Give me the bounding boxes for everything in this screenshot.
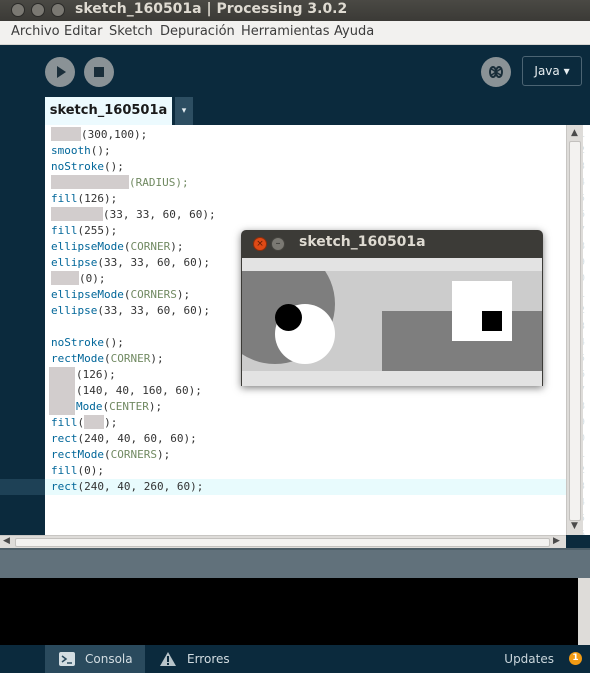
code-line: fill(); [51, 415, 118, 429]
menu-sketch[interactable]: Sketch [109, 24, 153, 39]
sketch-strip [242, 258, 542, 271]
code-line: noStroke(); [51, 336, 124, 349]
code-line: noStroke(); [51, 160, 124, 173]
console-output[interactable] [0, 578, 590, 645]
window-minimize-button[interactable] [31, 3, 45, 17]
sketch-drawing [242, 271, 542, 371]
code-line: rect(240, 40, 260, 60); [51, 480, 204, 493]
tab-errors[interactable]: Errores [150, 645, 240, 673]
code-line: rectMode(CORNER); [51, 352, 164, 365]
code-line: (33, 33, 60, 60); [51, 207, 216, 223]
horizontal-scrollbar[interactable]: ◀ ▶ [0, 535, 566, 548]
stop-button[interactable] [84, 57, 114, 87]
debugger-button[interactable] [481, 57, 511, 87]
stop-icon [94, 67, 104, 77]
sketch-minimize-button[interactable]: – [271, 237, 285, 251]
code-line: (126); [76, 368, 116, 381]
sketch-black-circle [275, 304, 302, 331]
errors-tab-label: Errores [187, 652, 230, 666]
console-icon [59, 652, 75, 666]
updates-link[interactable]: Updates [504, 645, 554, 673]
code-line: fill(255); [51, 224, 118, 237]
scroll-down-icon[interactable]: ▼ [571, 521, 578, 531]
code-line: (RADIUS); [51, 175, 189, 191]
tab-console[interactable]: Consola [45, 645, 145, 673]
scroll-right-icon[interactable]: ▶ [553, 536, 560, 546]
redacted-block [51, 175, 129, 189]
code-line: (140, 40, 160, 60); [76, 384, 202, 397]
code-line: Mode(CENTER); [76, 400, 163, 413]
sketch-black-rect [482, 311, 502, 331]
code-line: fill(0); [51, 464, 104, 477]
footer-bar: Consola Errores Updates [0, 645, 590, 673]
editor-console-divider[interactable] [0, 548, 590, 578]
menu-bar: Archivo Editar Sketch Depuración Herrami… [0, 21, 590, 45]
redacted-block [51, 271, 79, 285]
code-line: ellipse(33, 33, 60, 60); [51, 256, 210, 269]
run-button[interactable] [45, 57, 75, 87]
window-close-button[interactable] [11, 3, 25, 17]
scroll-up-icon[interactable]: ▲ [571, 128, 578, 138]
updates-badge[interactable]: 1 [569, 652, 582, 665]
tab-menu-button[interactable]: ▾ [175, 97, 193, 125]
current-line-gutter [0, 479, 45, 495]
code-line: ellipseMode(CORNERS); [51, 288, 191, 301]
sketch-canvas [242, 271, 542, 371]
tab-sketch[interactable]: sketch_160501a [45, 97, 172, 125]
vertical-scroll-thumb[interactable] [569, 141, 581, 521]
menu-herramientas[interactable]: Herramientas [241, 24, 330, 39]
warning-icon [160, 652, 176, 666]
code-line: (300,100); [51, 127, 147, 143]
code-line: ellipse(33, 33, 60, 60); [51, 304, 210, 317]
sketch-window-title: sketch_160501a [299, 234, 426, 250]
code-line: rectMode(CORNERS); [51, 448, 171, 461]
scroll-left-icon[interactable]: ◀ [3, 536, 10, 546]
sketch-bottom-strip [242, 371, 542, 386]
code-line: (0); [51, 271, 106, 287]
redacted-block [49, 367, 75, 415]
menu-depuracion[interactable]: Depuración [160, 24, 235, 39]
code-line: smooth(); [51, 144, 111, 157]
title-bar: sketch_160501a | Processing 3.0.2 [0, 0, 590, 21]
tab-bar: sketch_160501a ▾ [0, 97, 590, 125]
debugger-icon [489, 66, 503, 78]
console-scrollbar[interactable] [578, 578, 590, 645]
scrollbar-corner [566, 535, 590, 548]
code-line: fill(126); [51, 192, 118, 205]
horizontal-scroll-thumb[interactable] [15, 538, 550, 547]
sketch-close-button[interactable]: × [253, 237, 267, 251]
menu-archivo[interactable]: Archivo [11, 24, 60, 39]
line-number-gutter [0, 125, 45, 535]
code-line: rect(240, 40, 60, 60); [51, 432, 197, 445]
redacted-block [51, 207, 103, 221]
play-icon [57, 66, 66, 78]
window-maximize-button[interactable] [51, 3, 65, 17]
menu-editar[interactable]: Editar [64, 24, 103, 39]
vertical-scrollbar[interactable]: ▲ ▼ [566, 125, 583, 535]
mode-selector[interactable]: Java ▾ [522, 56, 582, 86]
redacted-block [84, 415, 105, 429]
menu-ayuda[interactable]: Ayuda [334, 24, 374, 39]
console-tab-label: Consola [85, 652, 133, 666]
sketch-window[interactable]: × – sketch_160501a [241, 230, 543, 386]
code-line: ellipseMode(CORNER); [51, 240, 184, 253]
window-title: sketch_160501a | Processing 3.0.2 [75, 1, 348, 17]
redacted-block [51, 127, 81, 141]
toolbar: Java ▾ [0, 45, 590, 97]
